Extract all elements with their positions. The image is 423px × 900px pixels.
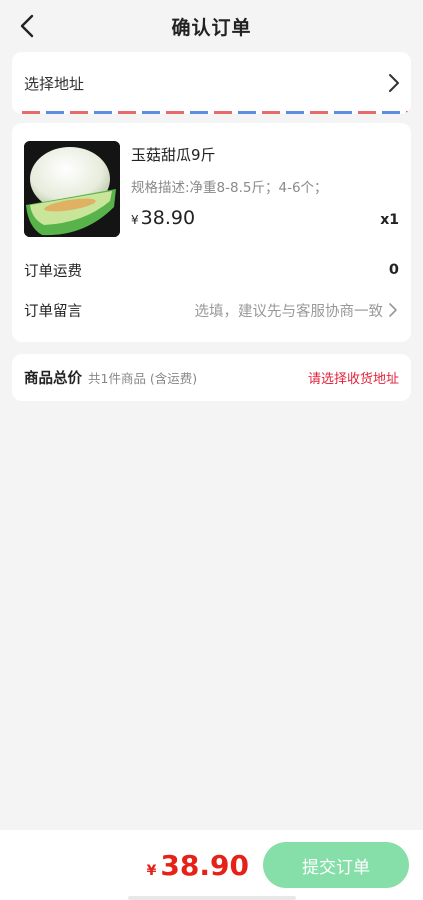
melon-image <box>24 141 120 237</box>
product-price: ¥38.90 <box>131 207 195 229</box>
note-label: 订单留言 <box>24 303 82 320</box>
product-row: 玉菇甜瓜9斤 规格描述:净重8-8.5斤；4-6个； ¥38.90 x1 <box>24 141 399 237</box>
price-row: ¥38.90 x1 <box>131 207 399 229</box>
select-address-warning[interactable]: 请选择收货地址 <box>308 368 399 387</box>
summary-card: 商品总价 共1件商品 (含运费) 请选择收货地址 <box>12 354 411 401</box>
address-selector[interactable]: 选择地址 <box>12 52 411 114</box>
shipping-row: 订单运费 0 <box>24 250 399 290</box>
address-label: 选择地址 <box>24 74 85 93</box>
home-indicator <box>128 896 296 900</box>
note-input[interactable]: 选填，建议先与客服协商一致 <box>195 300 400 321</box>
total-price: ¥ 38.90 <box>147 849 249 882</box>
product-info: 玉菇甜瓜9斤 规格描述:净重8-8.5斤；4-6个； ¥38.90 x1 <box>120 141 399 237</box>
note-row[interactable]: 订单留言 选填，建议先与客服协商一致 <box>24 290 399 330</box>
chevron-left-icon <box>20 14 34 38</box>
chevron-right-icon <box>389 303 397 317</box>
product-name: 玉菇甜瓜9斤 <box>131 146 216 164</box>
summary-left: 商品总价 共1件商品 (含运费) <box>24 367 197 388</box>
chevron-right-icon <box>389 74 399 92</box>
order-card: 玉菇甜瓜9斤 规格描述:净重8-8.5斤；4-6个； ¥38.90 x1 订单运… <box>12 123 411 342</box>
price-amount: 38.90 <box>140 207 196 229</box>
note-placeholder: 选填，建议先与客服协商一致 <box>194 303 384 320</box>
price-currency: ¥ <box>131 213 139 227</box>
shipping-label: 订单运费 <box>24 263 82 280</box>
product-spec: 规格描述:净重8-8.5斤；4-6个； <box>131 180 328 196</box>
shipping-value: 0 <box>388 262 399 278</box>
address-stripe <box>22 111 411 114</box>
submit-order-button[interactable]: 提交订单 <box>263 842 409 888</box>
summary-sub: 共1件商品 (含运费) <box>88 371 198 386</box>
product-quantity: x1 <box>380 212 399 228</box>
page-title: 确认订单 <box>171 16 252 39</box>
total-currency: ¥ <box>146 862 157 879</box>
header: 确认订单 <box>0 0 423 52</box>
back-button[interactable] <box>14 12 42 40</box>
bottom-bar: ¥ 38.90 提交订单 <box>0 830 423 900</box>
product-image <box>24 141 120 237</box>
total-amount: 38.90 <box>160 848 249 882</box>
summary-label: 商品总价 <box>24 371 82 387</box>
